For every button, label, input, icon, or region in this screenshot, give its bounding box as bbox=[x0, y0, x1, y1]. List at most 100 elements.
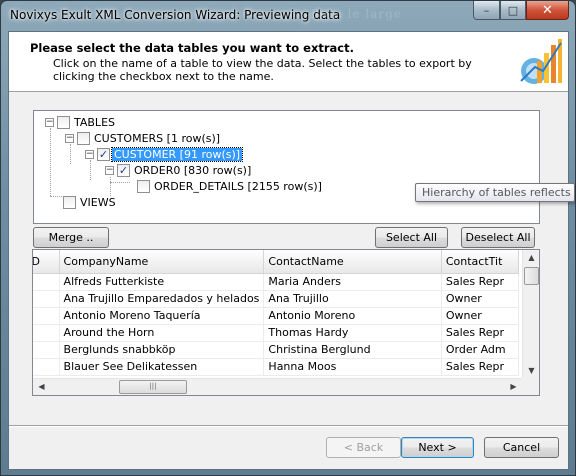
table-cell bbox=[33, 307, 60, 325]
scroll-right-icon[interactable]: ▶ bbox=[505, 382, 522, 391]
table-cell: Around the Horn bbox=[59, 324, 265, 342]
table-cell: Ana Trujillo bbox=[263, 290, 442, 308]
vertical-scroll-thumb[interactable] bbox=[524, 267, 539, 285]
tree-connector bbox=[110, 182, 130, 183]
maximize-button[interactable]: □ bbox=[500, 1, 526, 20]
wizard-client-area: Please select the data tables you want t… bbox=[8, 31, 569, 470]
grip-icon: ||| bbox=[149, 382, 157, 390]
minimize-icon: – bbox=[483, 3, 490, 17]
wizard-window: Novixys Exult XML Conversion Wizard: Pre… bbox=[0, 0, 576, 476]
collapse-icon[interactable]: − bbox=[65, 134, 74, 143]
table-cell: Hanna Moos bbox=[263, 358, 442, 376]
check-icon: ✓ bbox=[98, 148, 109, 161]
table-header-row: erID CompanyName ContactName ContactTit bbox=[33, 250, 520, 274]
checkbox-customer[interactable]: ✓ bbox=[97, 148, 110, 161]
table-row[interactable]: Blauer See Delikatessen Hanna Moos Sales… bbox=[33, 358, 520, 376]
table-cell bbox=[33, 273, 60, 291]
close-icon: ✕ bbox=[542, 2, 553, 18]
tree-node-views[interactable]: VIEWS bbox=[63, 195, 118, 210]
back-button[interactable]: < Back bbox=[326, 437, 401, 458]
table-cell: Thomas Hardy bbox=[263, 324, 442, 342]
minimize-button[interactable]: – bbox=[473, 1, 500, 20]
checkbox-customers[interactable] bbox=[77, 132, 90, 145]
tree-node-label[interactable]: ORDER0 [830 row(s)] bbox=[132, 164, 253, 177]
collapse-icon[interactable]: − bbox=[85, 150, 94, 159]
checkbox-tables[interactable] bbox=[57, 116, 70, 129]
table-cell bbox=[33, 324, 60, 342]
tree-node-customer[interactable]: − ✓ CUSTOMER [91 row(s)] bbox=[85, 147, 244, 162]
scroll-left-icon[interactable]: ◀ bbox=[33, 382, 50, 391]
window-title: Novixys Exult XML Conversion Wizard: Pre… bbox=[10, 8, 341, 22]
tree-connector bbox=[90, 160, 91, 180]
scrollbar-corner bbox=[522, 378, 539, 395]
tree-node-label[interactable]: VIEWS bbox=[78, 196, 118, 209]
data-preview-grid[interactable]: erID CompanyName ContactName ContactTit … bbox=[32, 249, 540, 396]
tree-connector bbox=[70, 144, 71, 164]
table-cell: Blauer See Delikatessen bbox=[59, 358, 265, 376]
tree-connector bbox=[110, 177, 111, 196]
table-cell bbox=[33, 358, 60, 376]
vertical-scrollbar[interactable]: ▲ ▼ bbox=[522, 250, 539, 378]
select-all-button[interactable]: Select All bbox=[375, 227, 448, 248]
table-row[interactable]: Berglunds snabbköp Christina Berglund Or… bbox=[33, 341, 520, 359]
tooltip: Hierarchy of tables reflects the bbox=[415, 183, 575, 202]
table-cell: Ana Trujillo Emparedados y helados bbox=[59, 290, 265, 308]
maximize-icon: □ bbox=[507, 3, 519, 17]
table-row[interactable]: Alfreds Futterkiste Maria Anders Sales R… bbox=[33, 273, 520, 291]
wizard-header: Please select the data tables you want t… bbox=[9, 32, 568, 92]
scroll-down-icon[interactable]: ▼ bbox=[523, 366, 539, 375]
next-button[interactable]: Next > bbox=[401, 437, 474, 458]
tree-node-order0[interactable]: − ✓ ORDER0 [830 row(s)] bbox=[105, 163, 253, 178]
merge-button[interactable]: Merge .. bbox=[33, 227, 109, 248]
table-cell: Maria Anders bbox=[263, 273, 442, 291]
check-icon: ✓ bbox=[118, 164, 129, 177]
table-cell: Christina Berglund bbox=[263, 341, 442, 359]
table-cell bbox=[33, 290, 60, 308]
table-cell: Antonio Moreno bbox=[263, 307, 442, 325]
tree-node-label[interactable]: ORDER_DETAILS [2155 row(s)] bbox=[152, 180, 324, 193]
tree-node-customers[interactable]: − CUSTOMERS [1 row(s)] bbox=[65, 131, 222, 146]
collapse-icon[interactable]: − bbox=[105, 166, 114, 175]
column-header[interactable]: erID bbox=[33, 250, 60, 274]
table-cell bbox=[33, 341, 60, 359]
tree-node-label[interactable]: CUSTOMERS [1 row(s)] bbox=[92, 132, 222, 145]
checkbox-order-details[interactable] bbox=[137, 180, 150, 193]
table-cell: Sales Repr bbox=[441, 324, 520, 342]
tree-connector bbox=[50, 128, 51, 196]
column-header[interactable]: ContactName bbox=[263, 250, 442, 274]
table-tree[interactable]: − TABLES − CUSTOMERS [1 row(s)] − ✓ CUST… bbox=[33, 110, 540, 224]
table-cell: Antonio Moreno Taquería bbox=[59, 307, 265, 325]
caption-buttons: – □ ✕ bbox=[473, 1, 569, 21]
tree-node-order-details[interactable]: ORDER_DETAILS [2155 row(s)] bbox=[137, 179, 324, 194]
table-cell: Berglunds snabbköp bbox=[59, 341, 265, 359]
table-cell: Owner bbox=[441, 290, 520, 308]
title-bar[interactable]: Novixys Exult XML Conversion Wizard: Pre… bbox=[1, 1, 575, 31]
collapse-icon[interactable]: − bbox=[45, 118, 54, 127]
column-header[interactable]: CompanyName bbox=[59, 250, 265, 274]
scroll-up-icon[interactable]: ▲ bbox=[523, 253, 539, 262]
checkbox-order0[interactable]: ✓ bbox=[117, 164, 130, 177]
tree-node-label[interactable]: TABLES bbox=[72, 116, 117, 129]
table-cell: Sales Repr bbox=[441, 358, 520, 376]
data-table: erID CompanyName ContactName ContactTit … bbox=[33, 250, 520, 376]
table-cell: Sales Repr bbox=[441, 273, 520, 291]
close-button[interactable]: ✕ bbox=[526, 1, 569, 20]
horizontal-scroll-thumb[interactable]: ||| bbox=[119, 380, 187, 394]
page-title: Please select the data tables you want t… bbox=[30, 41, 354, 55]
table-row[interactable]: Around the Horn Thomas Hardy Sales Repr bbox=[33, 324, 520, 342]
footer-separator bbox=[9, 425, 568, 427]
table-row[interactable]: Antonio Moreno Taquería Antonio Moreno O… bbox=[33, 307, 520, 325]
tree-node-tables[interactable]: − TABLES bbox=[45, 115, 117, 130]
tree-node-label-selected[interactable]: CUSTOMER [91 row(s)] bbox=[110, 147, 244, 162]
table-cell: Order Adm bbox=[441, 341, 520, 359]
table-row[interactable]: Ana Trujillo Emparedados y helados Ana T… bbox=[33, 290, 520, 308]
table-cell: Owner bbox=[441, 307, 520, 325]
column-header[interactable]: ContactTit bbox=[441, 250, 520, 274]
table-cell: Alfreds Futterkiste bbox=[59, 273, 265, 291]
deselect-all-button[interactable]: Deselect All bbox=[461, 227, 535, 248]
horizontal-scrollbar[interactable]: ◀ ||| ▶ bbox=[33, 378, 522, 395]
chart-logo-icon bbox=[517, 37, 563, 87]
page-description: Click on the name of a table to view the… bbox=[53, 57, 472, 83]
checkbox-views[interactable] bbox=[63, 196, 76, 209]
cancel-button[interactable]: Cancel bbox=[484, 437, 559, 458]
